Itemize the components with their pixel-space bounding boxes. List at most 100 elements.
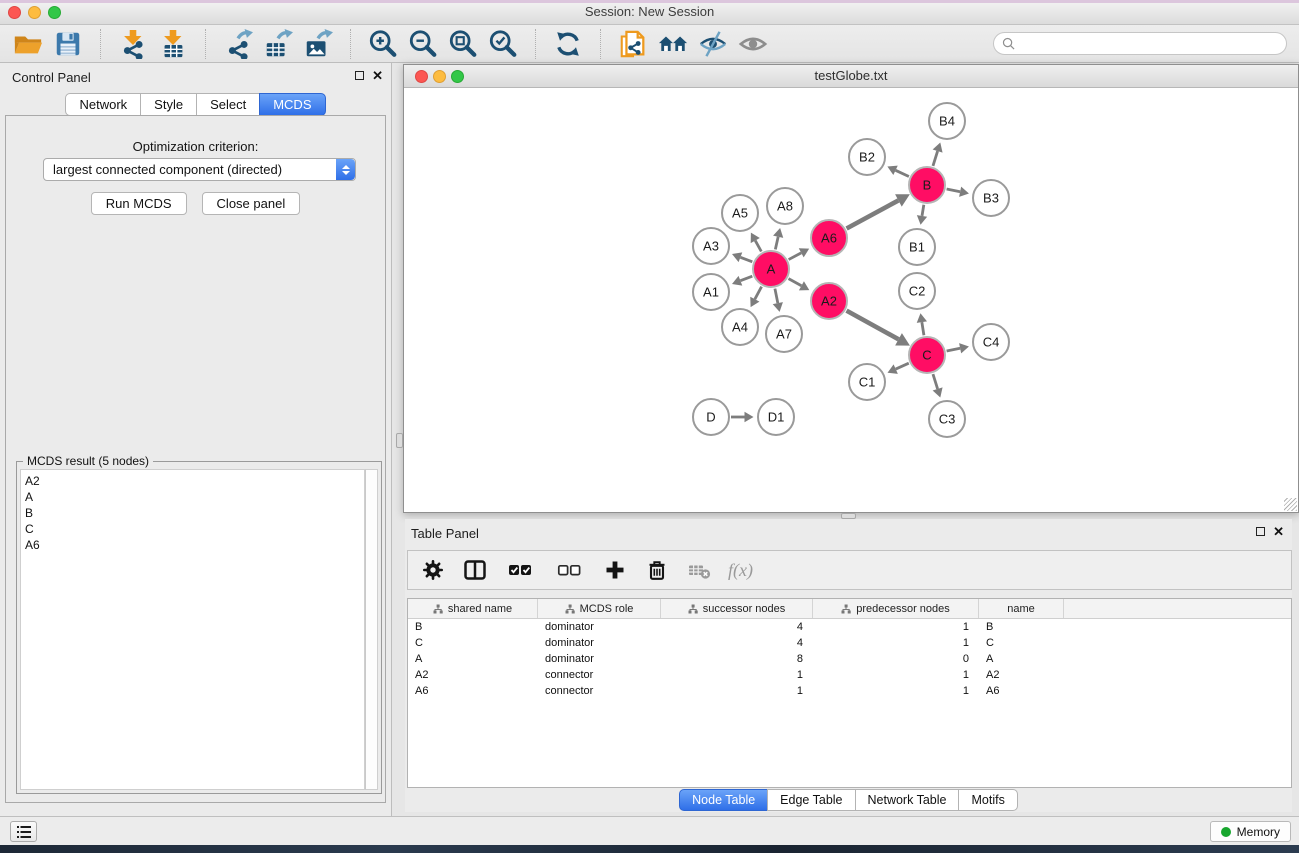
graph-node-A1[interactable]: A1 [693,274,729,310]
graph-node-C1[interactable]: C1 [849,364,885,400]
save-session-icon[interactable] [48,28,88,60]
mcds-result-list[interactable]: A2ABCA6 [20,469,365,790]
mcds-result-item[interactable]: A [25,489,364,505]
graph-edge-A-A5[interactable] [751,233,762,252]
table-row[interactable]: Bdominator41B [408,619,1291,635]
graph-edge-A-A2[interactable] [789,279,810,291]
close-panel-button[interactable]: Close panel [202,192,301,215]
export-table-icon[interactable] [258,28,298,60]
graph-node-C[interactable]: C [909,337,945,373]
network-canvas[interactable]: B4B2BB3A8A5A6A3B1AA1C2A2A4A7C4CC1C3DD1 [404,88,1298,512]
graph-edge-B-B3[interactable] [947,187,969,197]
mcds-result-item[interactable]: C [25,521,364,537]
mcds-result-scrollbar[interactable] [365,469,378,790]
graph-edge-D-D1[interactable] [731,412,754,422]
zoom-in-icon[interactable] [363,28,403,60]
tab-select[interactable]: Select [196,93,260,116]
export-network-icon[interactable] [218,28,258,60]
show-birds-eye-icon[interactable] [733,28,773,60]
import-network-from-file-icon[interactable] [113,28,153,60]
network-zoom-traffic-light-icon[interactable] [451,70,464,83]
apply-layout-icon[interactable] [548,28,588,60]
mcds-result-item[interactable]: A2 [25,473,364,489]
ndex-home-icon[interactable] [653,28,693,60]
graph-edge-A-A7[interactable] [773,289,783,312]
column-header-name[interactable]: name [979,599,1064,618]
graph-edge-C-C1[interactable] [888,363,909,374]
task-history-button[interactable] [10,821,37,842]
column-header-MCDS-role[interactable]: MCDS role [538,599,661,618]
graph-node-D[interactable]: D [693,399,729,435]
import-network-from-ndex-icon[interactable] [613,28,653,60]
graph-node-B3[interactable]: B3 [973,180,1009,216]
graph-edge-A-A1[interactable] [732,276,752,286]
graph-edge-C-C3[interactable] [933,374,943,397]
run-mcds-button[interactable]: Run MCDS [91,192,187,215]
table-row[interactable]: A2connector11A2 [408,667,1291,683]
vertical-splitter-grip[interactable] [396,433,403,448]
float-panel-icon[interactable] [355,71,364,80]
criterion-dropdown[interactable]: largest connected component (directed) [43,158,356,181]
network-close-traffic-light-icon[interactable] [415,70,428,83]
mcds-result-item[interactable]: A6 [25,537,364,553]
tab-node-table[interactable]: Node Table [679,789,768,811]
table-close-panel-icon[interactable]: ✕ [1273,526,1284,537]
graph-node-B[interactable]: B [909,167,945,203]
graph-node-D1[interactable]: D1 [758,399,794,435]
graph-edge-A-A6[interactable] [789,248,810,259]
import-table-from-file-icon[interactable] [153,28,193,60]
unselect-all-columns-icon[interactable] [552,557,586,584]
delete-columns-icon[interactable] [643,557,670,584]
graph-edge-B-B2[interactable] [887,166,908,177]
graph-node-A7[interactable]: A7 [766,316,802,352]
toggle-graphics-details-icon[interactable] [693,28,733,60]
mcds-result-item[interactable]: B [25,505,364,521]
tab-motifs[interactable]: Motifs [958,789,1017,811]
select-all-columns-icon[interactable] [503,557,537,584]
graph-node-A4[interactable]: A4 [722,309,758,345]
table-row[interactable]: Cdominator41C [408,635,1291,651]
graph-edge-A-A8[interactable] [773,228,783,250]
tab-mcds[interactable]: MCDS [259,93,325,116]
memory-button[interactable]: Memory [1210,821,1291,842]
window-resize-grip-icon[interactable] [1284,498,1297,511]
network-minimize-traffic-light-icon[interactable] [433,70,446,83]
graph-node-C2[interactable]: C2 [899,273,935,309]
graph-node-A[interactable]: A [753,251,789,287]
tab-network[interactable]: Network [65,93,141,116]
graph-node-A6[interactable]: A6 [811,220,847,256]
tab-style[interactable]: Style [140,93,197,116]
graph-edge-B-B4[interactable] [933,142,943,165]
tab-edge-table[interactable]: Edge Table [767,789,855,811]
graph-edge-C-C2[interactable] [917,313,927,335]
column-header-predecessor-nodes[interactable]: predecessor nodes [813,599,979,618]
search-input[interactable] [1020,37,1278,51]
graph-node-C3[interactable]: C3 [929,401,965,437]
attribute-settings-icon[interactable] [419,557,446,584]
create-new-column-icon[interactable] [601,557,628,584]
column-header-successor-nodes[interactable]: successor nodes [661,599,813,618]
zoom-out-icon[interactable] [403,28,443,60]
network-window-titlebar[interactable]: testGlobe.txt [404,65,1298,88]
open-file-icon[interactable] [8,28,48,60]
graph-node-B4[interactable]: B4 [929,103,965,139]
graph-edge-A2-C[interactable] [847,311,910,346]
graph-node-A2[interactable]: A2 [811,283,847,319]
graph-node-A5[interactable]: A5 [722,195,758,231]
close-panel-icon[interactable]: ✕ [372,70,383,81]
table-float-panel-icon[interactable] [1256,527,1265,536]
graph-edge-C-C4[interactable] [947,343,969,353]
zoom-fit-icon[interactable] [443,28,483,60]
export-image-icon[interactable] [298,28,338,60]
graph-edge-A6-B[interactable] [847,194,910,228]
search-box[interactable] [993,32,1287,55]
table-row[interactable]: A6connector11A6 [408,683,1291,699]
zoom-selected-icon[interactable] [483,28,523,60]
graph-node-B1[interactable]: B1 [899,229,935,265]
graph-node-C4[interactable]: C4 [973,324,1009,360]
graph-edge-B-B1[interactable] [917,205,927,225]
show-column-panel-icon[interactable] [461,557,488,584]
graph-node-A8[interactable]: A8 [767,188,803,224]
network-graph[interactable]: B4B2BB3A8A5A6A3B1AA1C2A2A4A7C4CC1C3DD1 [404,88,1298,512]
table-row[interactable]: Adominator80A [408,651,1291,667]
